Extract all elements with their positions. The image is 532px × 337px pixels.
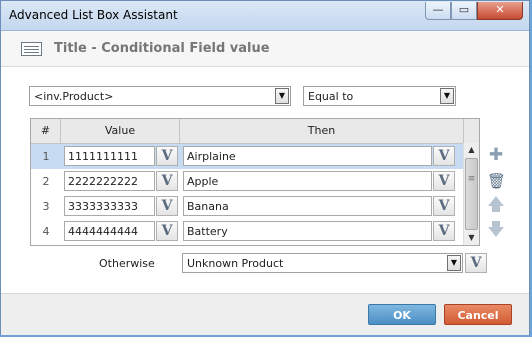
conditions-grid: # Value Then 1 1111111111 V Airplaine V … [30, 118, 480, 246]
row-number: 3 [42, 200, 50, 213]
value-input[interactable]: 2222222222 [64, 171, 155, 191]
chevron-down-icon[interactable]: ▼ [440, 88, 454, 104]
scroll-up-icon[interactable]: ▲ [464, 143, 479, 157]
value-variable-button[interactable]: V [156, 171, 178, 191]
then-variable-button[interactable]: V [433, 196, 455, 216]
column-header-then: Then [180, 119, 464, 143]
value-variable-button[interactable]: V [156, 196, 178, 216]
table-row[interactable]: 3 3333333333 V Banana V [31, 194, 463, 219]
chevron-down-icon[interactable]: ▼ [447, 255, 461, 271]
then-input[interactable]: Airplaine [183, 146, 432, 166]
grid-header: # Value Then [31, 119, 479, 144]
row-number: 4 [42, 225, 50, 238]
then-input[interactable]: Banana [183, 196, 432, 216]
otherwise-select-value: Unknown Product [187, 257, 284, 270]
column-header-number: # [31, 119, 61, 143]
then-variable-button[interactable]: V [433, 171, 455, 191]
value-input[interactable]: 1111111111 [64, 146, 155, 166]
then-variable-button[interactable]: V [433, 146, 455, 166]
list-form-icon [21, 42, 42, 56]
cancel-button[interactable]: Cancel [444, 304, 512, 325]
value-variable-button[interactable]: V [156, 221, 178, 241]
add-row-icon[interactable]: ✚ [487, 146, 505, 164]
column-header-value: Value [61, 119, 180, 143]
then-input[interactable]: Apple [183, 171, 432, 191]
grid-scrollbar[interactable]: ▲ ≡ ▼ [463, 143, 479, 245]
move-down-icon[interactable]: 🡇 [487, 221, 505, 239]
value-input[interactable]: 4444444444 [64, 221, 155, 241]
delete-row-icon[interactable]: 🗑 [487, 172, 506, 190]
row-number: 1 [42, 150, 50, 163]
operator-select-value: Equal to [308, 90, 354, 103]
then-variable-button[interactable]: V [433, 221, 455, 241]
close-button[interactable]: ✕ [477, 2, 523, 20]
window-title: Advanced List Box Assistant [9, 8, 178, 22]
page-title: Title - Conditional Field value [54, 41, 270, 56]
maximize-button[interactable]: ▭ [451, 2, 477, 20]
value-variable-button[interactable]: V [156, 146, 178, 166]
scroll-thumb[interactable]: ≡ [465, 158, 478, 230]
move-up-icon[interactable]: 🡅 [487, 196, 505, 214]
chevron-down-icon[interactable]: ▼ [275, 88, 289, 104]
field-select-value: <inv.Product> [34, 90, 114, 103]
ok-button[interactable]: OK [368, 304, 436, 325]
otherwise-select[interactable]: Unknown Product ▼ [182, 253, 463, 273]
field-select[interactable]: <inv.Product> ▼ [29, 86, 291, 106]
header-bar: Title - Conditional Field value [1, 31, 529, 67]
then-input[interactable]: Battery [183, 221, 432, 241]
row-number: 2 [42, 175, 50, 188]
scroll-down-icon[interactable]: ▼ [464, 231, 479, 245]
otherwise-label: Otherwise [99, 257, 155, 270]
title-bar: Advanced List Box Assistant — ▭ ✕ [1, 1, 529, 31]
operator-select[interactable]: Equal to ▼ [303, 86, 456, 106]
dialog-window: Advanced List Box Assistant — ▭ ✕ Title … [0, 0, 530, 335]
table-row[interactable]: 2 2222222222 V Apple V [31, 169, 463, 194]
otherwise-variable-button[interactable]: V [465, 253, 487, 273]
table-row[interactable]: 4 4444444444 V Battery V [31, 219, 463, 244]
table-row[interactable]: 1 1111111111 V Airplaine V [31, 144, 463, 169]
value-input[interactable]: 3333333333 [64, 196, 155, 216]
minimize-button[interactable]: — [425, 2, 451, 20]
dialog-footer: OK Cancel [1, 293, 529, 335]
